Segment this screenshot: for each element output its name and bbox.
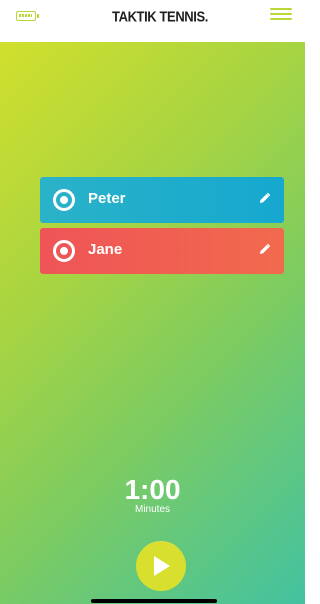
player-card-peter[interactable]: Peter — [40, 177, 284, 223]
player-name: Peter — [88, 190, 126, 207]
pencil-icon[interactable] — [257, 192, 271, 206]
player-name: Jane — [88, 241, 123, 258]
timer-unit: Minutes — [134, 504, 170, 515]
tennis-timer-screen: TAKTIK TENNIS. Peter Jane 1:00 Minutes — [0, 0, 305, 604]
menu-button[interactable] — [270, 5, 292, 23]
player-radio-icon — [53, 240, 75, 262]
player-card-jane[interactable]: Jane — [40, 228, 284, 274]
top-bar: TAKTIK TENNIS. — [0, 0, 305, 42]
timer-value: 1:00 — [124, 474, 181, 505]
play-button[interactable] — [136, 541, 186, 591]
menu-line-top — [270, 8, 292, 10]
player-radio-icon — [53, 189, 75, 211]
pencil-icon[interactable] — [257, 243, 271, 257]
home-indicator — [91, 599, 217, 603]
match-timer: 1:00 Minutes — [102, 475, 203, 516]
battery-icon — [16, 11, 39, 21]
menu-line-middle — [270, 13, 292, 15]
app-title: TAKTIK TENNIS. — [112, 8, 208, 25]
menu-line-bottom — [270, 18, 292, 20]
play-icon — [154, 556, 170, 576]
battery-fill — [19, 14, 32, 17]
